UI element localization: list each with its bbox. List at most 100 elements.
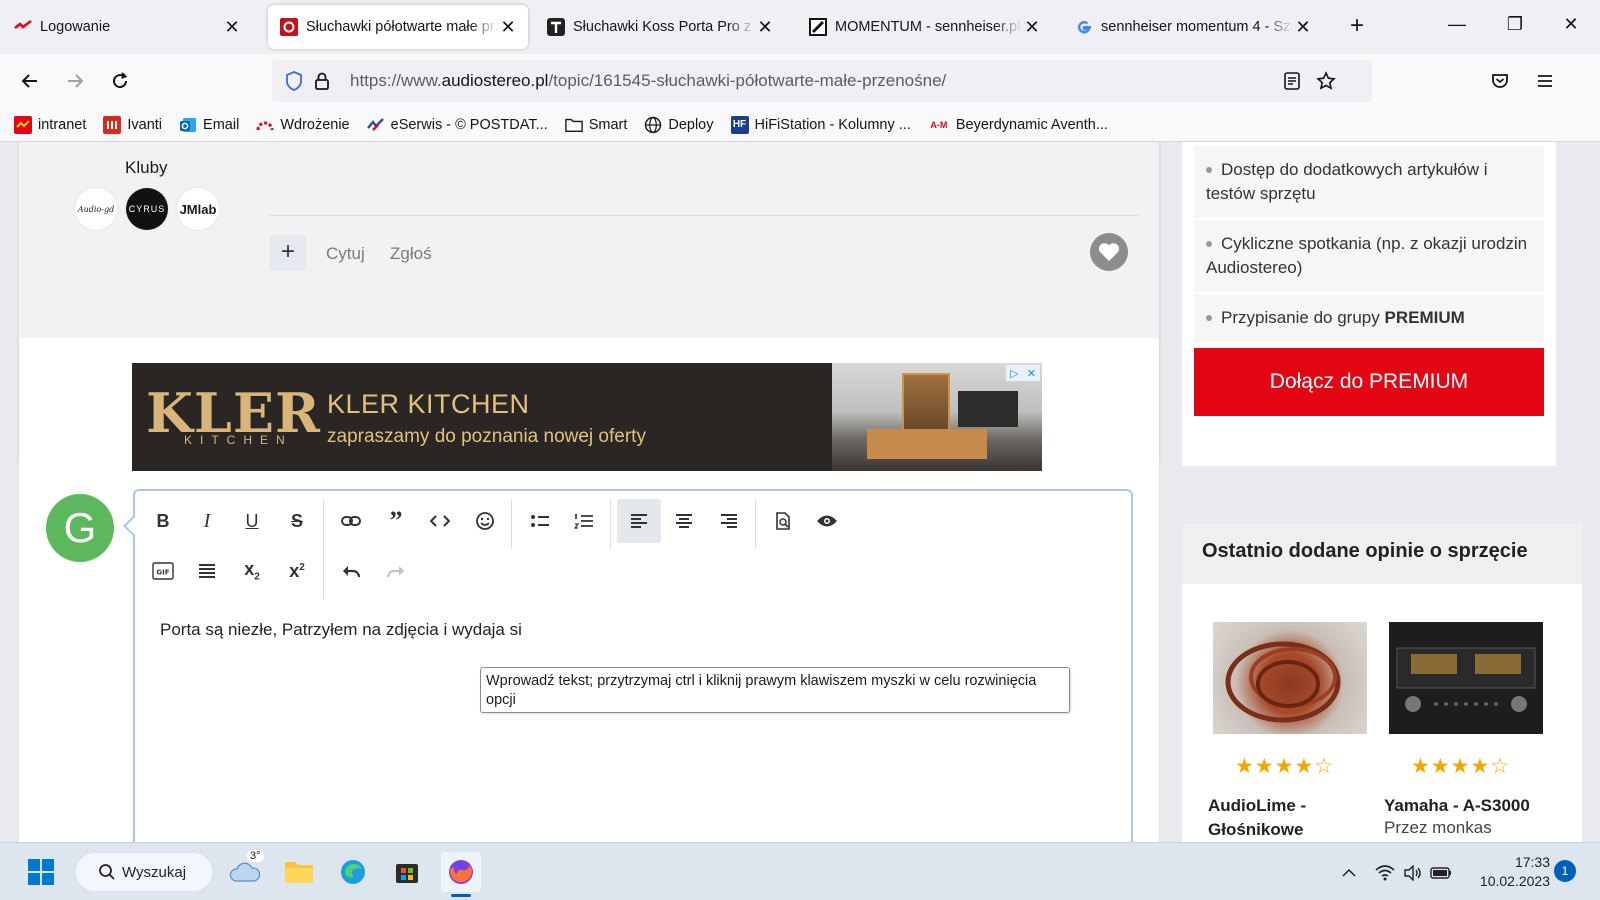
gif-button[interactable]: GIF [141,549,185,593]
justify-button[interactable] [185,549,229,593]
taskbar-clock[interactable]: 17:33 10.02.2023 [1470,853,1550,891]
bookmark-intranet[interactable]: intranet [14,115,86,134]
numbered-list-button[interactable] [562,499,606,543]
store-icon [396,864,418,883]
multiquote-plus-button[interactable]: + [270,235,306,271]
bookmark-deploy[interactable]: Deploy [644,116,714,134]
tab-sennheiser[interactable]: MOMENTUM - sennheiser.pl ✕ [797,5,1052,49]
align-right-button[interactable] [707,499,751,543]
close-icon[interactable]: ✕ [1293,17,1313,38]
join-premium-button[interactable]: Dołącz do PREMIUM [1194,348,1544,416]
kler-kitchen-ad-banner[interactable]: KLER KITCHEN KLER KITCHEN zapraszamy do … [132,363,1042,471]
app-menu-button[interactable] [1531,67,1559,95]
minimize-button[interactable]: — [1442,14,1472,35]
firefox-button[interactable] [441,852,481,897]
undo-button[interactable] [329,549,373,593]
editor-notch [123,516,143,536]
report-link[interactable]: Zgłoś [390,244,432,264]
adchoices-close-icon[interactable]: ▷ ✕ [1006,365,1040,381]
bookmark-wdrozenie[interactable]: Wdrożenie [256,116,350,134]
product-name-audiolime[interactable]: AudioLime - Głośnikowe [1208,794,1306,842]
file-explorer-button[interactable] [279,852,319,892]
store-button[interactable] [387,852,427,892]
underline-button[interactable]: U [230,499,274,543]
link-button[interactable] [329,499,373,543]
pocket-button[interactable] [1486,67,1514,95]
close-icon[interactable]: ✕ [222,17,242,38]
quote-button[interactable]: ” [374,499,418,543]
close-icon[interactable]: ✕ [755,17,775,38]
reader-view-icon[interactable] [1282,71,1302,91]
product-image-yamaha[interactable] [1389,622,1543,734]
benefit-text: Cykliczne spotkania (np. z okazji urodzi… [1206,234,1528,277]
restore-button[interactable]: ❐ [1500,14,1530,35]
forward-button[interactable] [61,67,89,95]
taskbar-search[interactable]: Wyszukaj [76,853,212,891]
strikethrough-button[interactable]: S [275,499,319,543]
active-app-indicator [451,894,471,897]
bookmark-email[interactable]: Email [179,116,239,134]
bookmark-star-icon[interactable] [1316,71,1336,91]
align-center-button[interactable] [662,499,706,543]
club-badge-cyrus[interactable]: CYRUS [126,188,168,230]
bookmark-smart[interactable]: Smart [564,116,627,134]
url-text[interactable]: https://www.audiostereo.pl/topic/161545-… [350,71,946,91]
user-avatar: G [46,494,114,562]
new-tab-button[interactable]: + [1342,12,1372,40]
start-button[interactable] [21,852,61,892]
show-hidden-icons-button[interactable] [1338,862,1360,884]
bookmark-hifistation[interactable]: HF HiFiStation - Kolumny ... [730,115,911,134]
tab-audiostereo[interactable]: Słuchawki półotwarte małe przenośne ✕ [268,5,528,49]
close-icon[interactable]: ✕ [1022,17,1042,38]
superscript-button[interactable]: x2 [275,549,319,593]
editor-text-area[interactable]: Porta są niezłe, Patrzyłem na zdjęcia i … [160,620,522,640]
lock-icon[interactable] [312,71,332,91]
align-left-icon [631,514,647,528]
url-bar[interactable]: https://www.audiostereo.pl/topic/161545-… [272,60,1372,102]
wifi-button[interactable] [1374,862,1396,884]
tab-logowanie[interactable]: Logowanie ✕ [2,5,252,49]
show-preview-button[interactable] [805,499,849,543]
product-name-yamaha[interactable]: Yamaha - A-S3000 [1384,794,1530,818]
preview-button[interactable] [761,499,805,543]
adchoices-icon[interactable]: ▷ [1010,367,1018,380]
battery-button[interactable] [1430,862,1452,884]
url-prefix: https://www. [350,71,442,90]
volume-button[interactable] [1402,862,1424,884]
t-logo-icon [547,18,565,36]
edge-button[interactable] [333,852,373,892]
back-button[interactable] [16,67,44,95]
like-button[interactable] [1090,233,1128,271]
align-left-button[interactable] [617,499,661,543]
bookmark-eserwis[interactable]: eSerwis - © POSTDAT... [366,116,548,134]
bullet-list-button[interactable] [518,499,562,543]
emoji-button[interactable] [463,499,507,543]
code-button[interactable] [418,499,462,543]
quote-link[interactable]: Cytuj [326,244,365,264]
notification-badge[interactable]: 1 [1554,860,1576,882]
star-filled-icon: ★★★★ [1235,755,1315,778]
club-badge-jmlab[interactable]: JMlab [177,188,219,230]
reload-button[interactable] [106,67,134,95]
weather-widget[interactable]: 3° [225,850,265,892]
url-domain: audiostereo.pl [441,71,549,90]
club-badge-audiogd[interactable]: Audio-gd [75,188,117,230]
bookmark-beyerdynamic[interactable]: A-M Beyerdynamic Aventh... [928,116,1108,134]
bookmark-ivanti[interactable]: Ivanti [103,115,162,134]
bold-button[interactable]: B [141,499,185,543]
product-image-audiolime[interactable] [1213,622,1367,734]
subscript-button[interactable]: x2 [230,549,274,593]
review-author[interactable]: Przez monkas [1384,818,1492,838]
close-icon[interactable]: ✕ [498,17,518,38]
redo-button[interactable] [374,549,418,593]
ad-close-icon[interactable]: ✕ [1027,367,1036,380]
bullet-icon [1206,314,1212,321]
italic-button[interactable]: I [185,499,229,543]
star-filled-icon: ★★★★ [1411,755,1491,778]
tab-google[interactable]: sennheiser momentum 4 - Szukaj ✕ [1063,5,1323,49]
window-close-button[interactable]: ✕ [1556,14,1586,35]
tracking-shield-icon[interactable] [284,71,304,91]
tab-koss[interactable]: Słuchawki Koss Porta Pro z pilotem ✕ [535,5,785,49]
eserwis-logo-icon [366,116,385,134]
bookmark-label: Beyerdynamic Aventh... [955,116,1108,133]
